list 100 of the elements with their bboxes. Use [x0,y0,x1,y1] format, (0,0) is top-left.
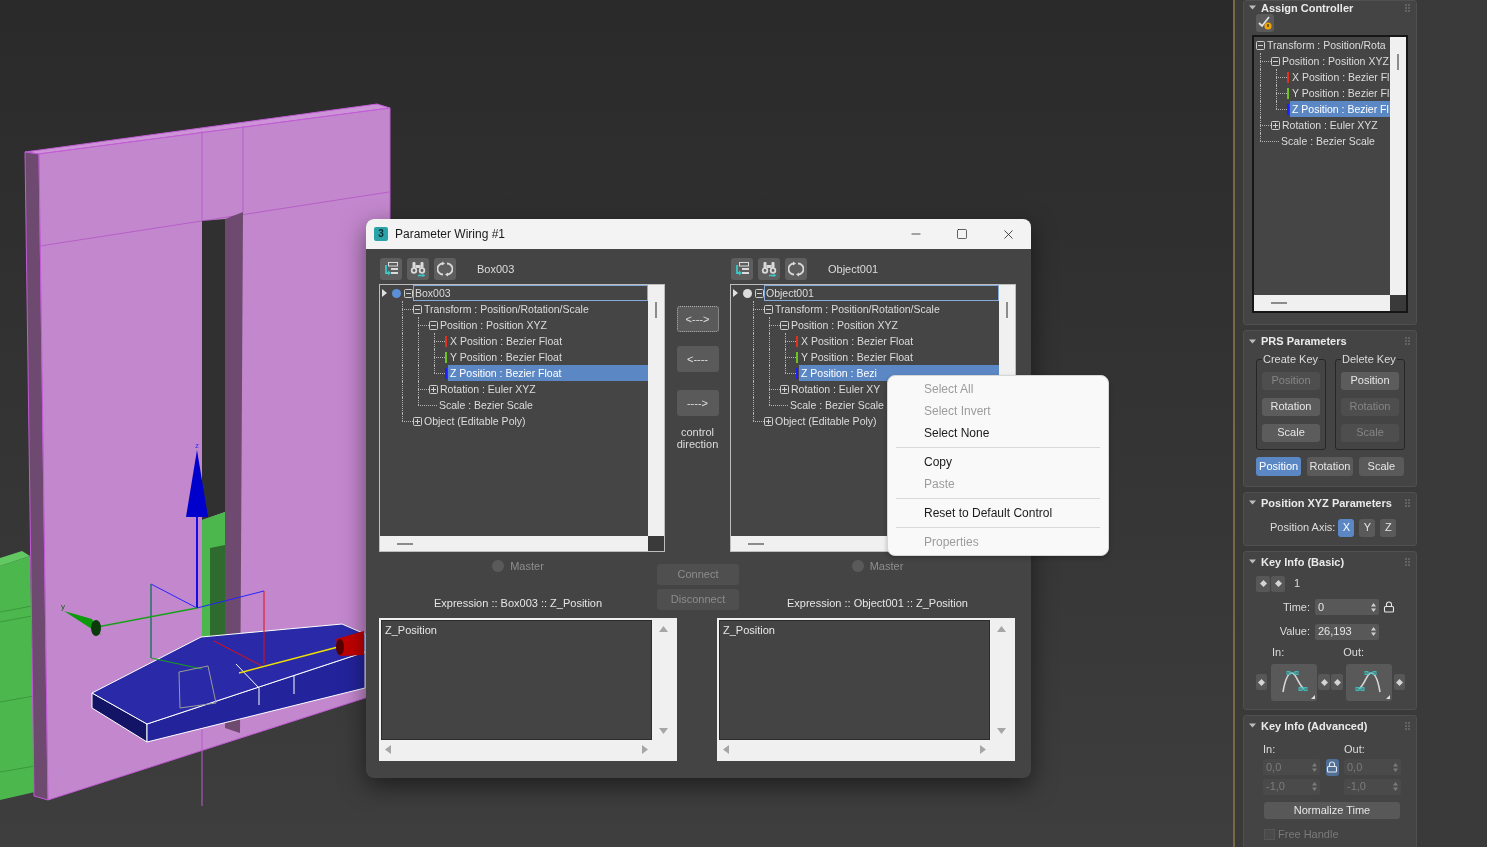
direction-button[interactable]: <---> [676,306,719,332]
collapse-triangle-icon[interactable] [1249,4,1256,11]
scrollbar-thumb[interactable] [748,542,764,545]
expand-icon[interactable] [780,384,789,394]
grip-icon[interactable] [1405,721,1410,730]
axis-button[interactable]: Y [1359,518,1376,537]
expand-arrow-icon[interactable] [733,289,738,297]
grip-icon[interactable] [1405,498,1410,507]
tree-item[interactable]: Y Position : Bezier Fl [1290,85,1392,101]
lock-button[interactable] [1325,758,1339,776]
find-button[interactable] [758,258,780,280]
collapse-triangle-icon[interactable] [1249,722,1256,729]
tree-item[interactable]: Rotation : Euler XYZ [1280,117,1380,133]
mode-button[interactable]: Scale [1358,456,1404,476]
tree-item[interactable]: Transform : Position/Rota [1265,37,1388,53]
rollout-header[interactable]: PRS Parameters [1244,331,1416,351]
tree-item[interactable]: Position : Position XYZ [1280,53,1391,69]
normalize-time-button[interactable]: Normalize Time [1264,801,1400,819]
lock-button[interactable] [1382,598,1395,616]
rollout-header[interactable]: Assign Controller [1244,1,1416,14]
spinner-arrows-icon[interactable] [1371,627,1376,636]
expand-arrow-icon[interactable] [382,289,387,297]
refresh-button[interactable] [785,258,807,280]
menu-item[interactable]: Copy [892,451,1104,473]
tree-item[interactable]: Rotation : Euler XY [789,381,883,397]
collapse-icon[interactable] [764,304,773,314]
tree-item[interactable]: X Position : Bezier Float [799,333,916,349]
tangent-type-button[interactable] [1346,663,1392,701]
collapse-icon[interactable] [755,288,764,298]
tree-item[interactable]: Y Position : Bezier Float [799,349,915,365]
menu-item[interactable]: Select None [892,422,1104,444]
collapse-icon[interactable] [413,304,422,314]
expand-icon[interactable] [429,384,438,394]
previous-key-button[interactable] [1256,575,1270,592]
key-button[interactable]: Rotation [1262,397,1320,416]
menu-item[interactable]: Reset to Default Control [892,502,1104,524]
tree-item[interactable]: Y Position : Bezier Float [448,349,564,365]
tangent-step-button[interactable] [1256,674,1267,690]
collapse-icon[interactable] [404,288,413,298]
tree-item[interactable]: X Position : Bezier Fl [1290,69,1392,85]
tree-item[interactable]: Z Position : Bezier Fl [1290,101,1391,117]
axis-button[interactable]: X [1338,518,1355,537]
scrollbar[interactable] [648,285,664,536]
tangent-step-button[interactable] [1318,674,1330,690]
assign-controller-button[interactable] [1256,14,1274,32]
tree-item[interactable]: Scale : Bezier Scale [1279,133,1377,149]
rollout-header[interactable]: Key Info (Advanced) [1244,715,1416,736]
scrollbar[interactable] [380,536,648,551]
next-key-button[interactable] [1271,575,1285,592]
collapse-triangle-icon[interactable] [1249,499,1256,506]
axis-button[interactable]: Z [1380,518,1397,537]
spinner-field[interactable]: 26,193 [1315,623,1379,640]
collapse-icon[interactable] [780,320,789,330]
tree-item[interactable]: Scale : Bezier Scale [437,397,535,413]
tangent-step-button[interactable] [1394,674,1405,690]
spinner-arrows-icon[interactable] [1371,602,1376,612]
tree-item[interactable]: Position : Position XYZ [789,317,900,333]
tangent-step-button[interactable] [1331,674,1343,690]
expression-field[interactable]: Z_Position [381,620,652,740]
tree-item[interactable]: Box003 [413,285,648,301]
direction-button[interactable]: <---- [676,346,719,372]
tree-item[interactable]: Object001 [764,285,999,301]
expand-icon[interactable] [1271,120,1280,130]
expression-field[interactable]: Z_Position [719,620,990,740]
scrollbar-thumb[interactable] [1006,302,1008,318]
key-button[interactable]: Position [1341,371,1399,390]
hierarchy-button[interactable] [731,258,753,280]
grip-icon[interactable] [1405,3,1410,12]
grip-icon[interactable] [1405,557,1410,566]
tree-item[interactable]: X Position : Bezier Float [448,333,565,349]
refresh-button[interactable] [434,258,456,280]
find-button[interactable] [407,258,429,280]
scrollbar[interactable] [1390,37,1406,295]
direction-button[interactable]: ----> [676,390,719,416]
scrollbar[interactable] [1254,295,1390,311]
collapse-triangle-icon[interactable] [1249,558,1256,565]
rollout-header[interactable]: Position XYZ Parameters [1244,492,1416,513]
key-button[interactable]: Scale [1262,423,1320,442]
collapse-icon[interactable] [1256,40,1265,50]
tree-item[interactable]: Z Position : Bezier Float [448,365,648,381]
scrollbar-thumb[interactable] [655,302,657,318]
grip-icon[interactable] [1405,337,1410,345]
tree-item[interactable]: Transform : Position/Rotation/Scale [422,301,591,317]
tree-item[interactable]: Object (Editable Poly) [422,413,528,429]
mode-button[interactable]: Position [1256,456,1302,476]
tree-item[interactable]: Position : Position XYZ [438,317,549,333]
rollout-header[interactable]: Key Info (Basic) [1244,551,1416,572]
tree-item[interactable]: Scale : Bezier Scale [788,397,886,413]
expand-icon[interactable] [764,416,773,426]
tangent-type-button[interactable] [1271,663,1317,701]
collapse-triangle-icon[interactable] [1249,337,1256,345]
tree-item[interactable]: Rotation : Euler XYZ [438,381,538,397]
scrollbar-thumb[interactable] [397,542,413,545]
tree-item[interactable]: Object (Editable Poly) [773,413,879,429]
scrollbar-thumb[interactable] [1397,54,1399,70]
scrollbar-thumb[interactable] [1271,302,1287,304]
collapse-icon[interactable] [1271,56,1280,66]
mode-button[interactable]: Rotation [1307,456,1353,476]
expand-icon[interactable] [413,416,422,426]
hierarchy-button[interactable] [380,258,402,280]
